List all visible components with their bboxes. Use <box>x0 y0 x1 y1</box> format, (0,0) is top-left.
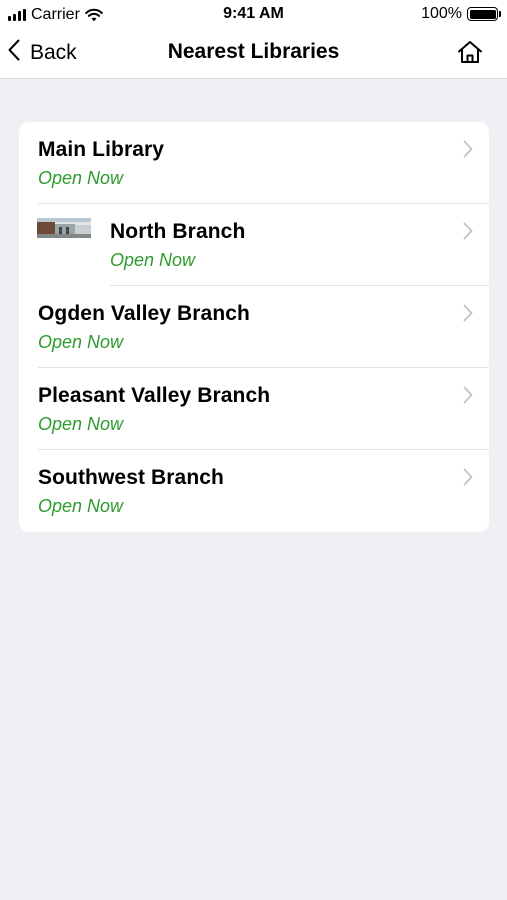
library-name: Ogden Valley Branch <box>38 302 250 325</box>
open-status: Open Now <box>110 250 196 270</box>
list-item[interactable]: North Branch Open Now <box>19 204 489 286</box>
battery-icon <box>467 7 501 21</box>
chevron-right-icon <box>463 468 473 491</box>
chevron-right-icon <box>463 386 473 409</box>
home-button[interactable] <box>455 39 485 69</box>
library-name: Pleasant Valley Branch <box>38 384 271 407</box>
list-item[interactable]: Main Library Open Now <box>19 122 489 204</box>
open-status: Open Now <box>38 332 124 352</box>
open-status: Open Now <box>38 496 124 516</box>
navigation-bar: Back Nearest Libraries <box>0 30 507 79</box>
status-bar: Carrier 9:41 AM 100% <box>0 0 507 30</box>
chevron-right-icon <box>463 222 473 245</box>
home-icon <box>457 40 483 69</box>
open-status: Open Now <box>38 414 124 434</box>
library-name: North Branch <box>110 220 246 243</box>
library-thumbnail <box>37 218 91 238</box>
chevron-right-icon <box>463 140 473 163</box>
back-label: Back <box>30 41 77 64</box>
battery-percentage: 100% <box>421 5 462 22</box>
back-button[interactable]: Back <box>8 38 77 68</box>
library-name: Southwest Branch <box>38 466 224 489</box>
list-item[interactable]: Southwest Branch Open Now <box>19 450 489 532</box>
chevron-right-icon <box>463 304 473 327</box>
status-right: 100% <box>421 5 501 23</box>
library-list: Main Library Open Now North Branch Open … <box>19 122 489 532</box>
chevron-left-icon <box>8 39 20 67</box>
open-status: Open Now <box>38 168 124 188</box>
library-name: Main Library <box>38 138 165 161</box>
list-item[interactable]: Pleasant Valley Branch Open Now <box>19 368 489 450</box>
list-item[interactable]: Ogden Valley Branch Open Now <box>19 286 489 368</box>
